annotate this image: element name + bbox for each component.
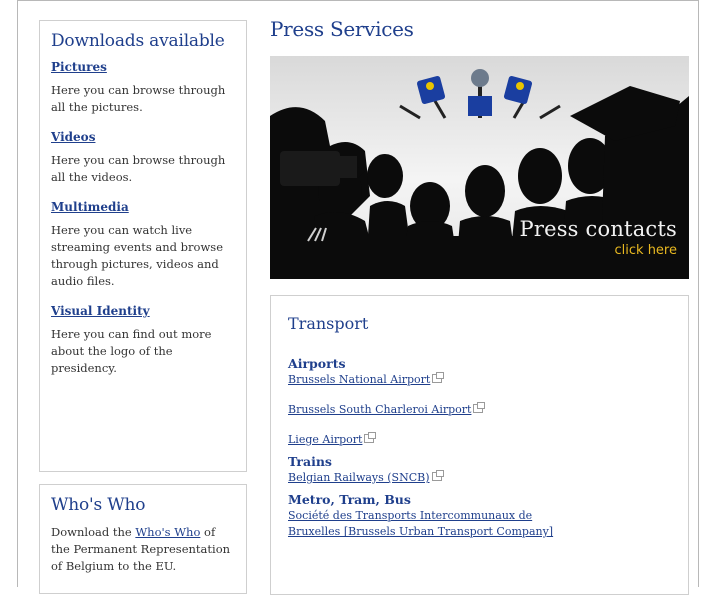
pictures-link[interactable]: Pictures — [51, 60, 235, 74]
airports-heading: Airports — [288, 356, 346, 371]
external-link-icon — [432, 372, 445, 383]
transport-title: Transport — [288, 314, 369, 333]
liege-airport-link[interactable]: Liege Airport — [288, 432, 672, 446]
banner-caption: Press contacts click here — [520, 217, 678, 258]
page-title: Press Services — [270, 17, 414, 41]
downloads-title: Downloads available — [51, 31, 225, 51]
stib-link-line1[interactable]: Société des Transports Intercommunaux de — [288, 509, 672, 522]
whos-who-text: Download the Who's Who of the Permanent … — [51, 524, 235, 575]
brussels-national-airport-link[interactable]: Brussels National Airport — [288, 372, 672, 386]
brussels-south-charleroi-airport-link[interactable]: Brussels South Charleroi Airport — [288, 402, 672, 416]
multimedia-link[interactable]: Multimedia — [51, 200, 235, 214]
press-contacts-banner[interactable]: Press contacts click here — [270, 56, 689, 279]
banner-title: Press contacts — [519, 217, 677, 241]
transport-box: Transport Airports Brussels National Air… — [270, 295, 689, 595]
whos-who-title: Who's Who — [51, 495, 146, 515]
trains-heading: Trains — [288, 454, 332, 469]
belgian-railways-label: Belgian Railways (SNCB) — [288, 471, 430, 484]
metro-heading: Metro, Tram, Bus — [288, 492, 411, 507]
stib-link-line2[interactable]: Bruxelles [Brussels Urban Transport Comp… — [288, 525, 672, 538]
pictures-description: Here you can browse through all the pict… — [51, 83, 226, 114]
multimedia-description: Here you can watch live streaming events… — [51, 223, 223, 288]
external-link-icon — [364, 432, 377, 443]
banner-click-here[interactable]: click here — [520, 243, 677, 258]
videos-description: Here you can browse through all the vide… — [51, 153, 226, 184]
brussels-south-charleroi-airport-label: Brussels South Charleroi Airport — [288, 403, 472, 416]
whos-who-text-before: Download the — [51, 525, 136, 539]
whos-who-box: Who's Who Download the Who's Who of the … — [39, 484, 247, 594]
liege-airport-label: Liege Airport — [288, 433, 363, 446]
brussels-national-airport-label: Brussels National Airport — [288, 373, 431, 386]
downloads-box: Downloads available Pictures Here you ca… — [39, 20, 247, 472]
external-link-icon — [473, 402, 486, 413]
visual-identity-link[interactable]: Visual Identity — [51, 304, 235, 318]
belgian-railways-link[interactable]: Belgian Railways (SNCB) — [288, 470, 672, 484]
external-link-icon — [431, 470, 444, 481]
videos-link[interactable]: Videos — [51, 130, 235, 144]
whos-who-link[interactable]: Who's Who — [135, 525, 200, 539]
visual-identity-description: Here you can find out more about the log… — [51, 327, 212, 375]
